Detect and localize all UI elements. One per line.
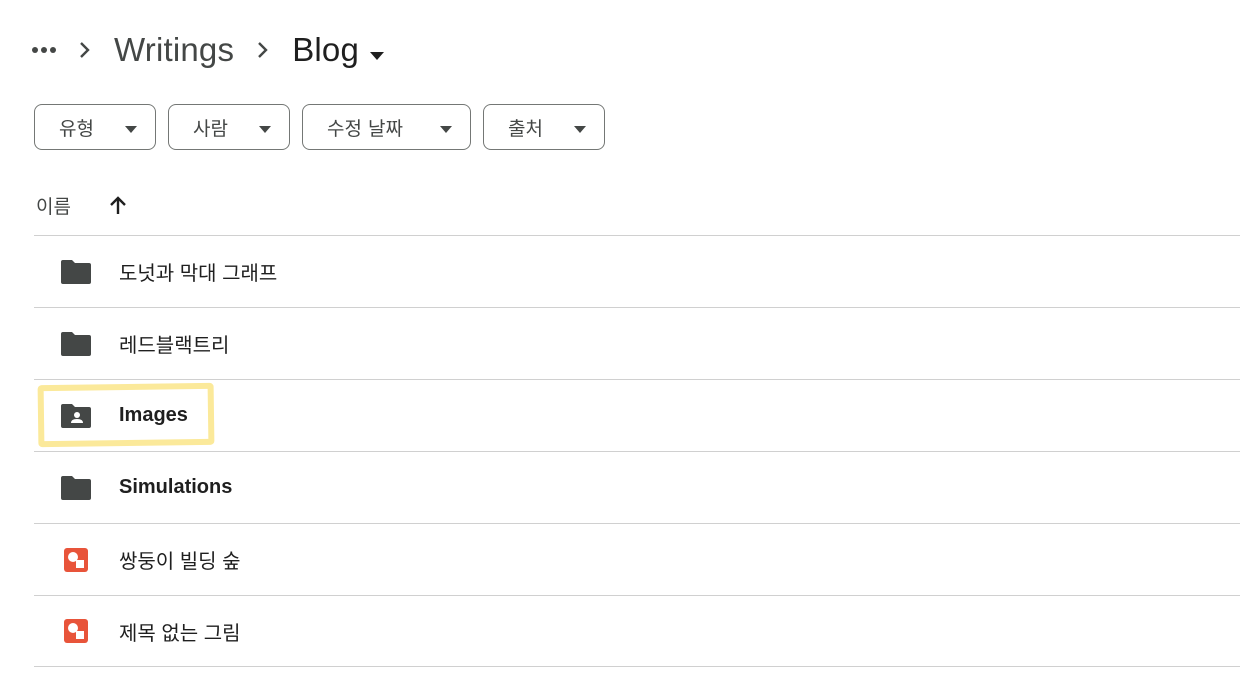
filter-people-chip[interactable]: 사람 bbox=[168, 104, 290, 150]
list-item[interactable]: 쌍둥이 빌딩 숲 bbox=[34, 523, 1240, 595]
filter-bar: 유형 사람 수정 날짜 출처 bbox=[34, 104, 605, 150]
filter-modified-chip[interactable]: 수정 날짜 bbox=[302, 104, 471, 150]
file-name: 도넛과 막대 그래프 bbox=[119, 263, 278, 285]
file-name: 제목 없는 그림 bbox=[119, 622, 241, 645]
filter-label: 출처 bbox=[508, 117, 543, 140]
arrow-drop-down-icon bbox=[574, 116, 586, 138]
breadcrumb-current-label: Blog bbox=[292, 31, 360, 68]
filter-type-chip[interactable]: 유형 bbox=[34, 104, 156, 150]
filter-source-chip[interactable]: 출처 bbox=[483, 104, 605, 150]
shared-folder-icon bbox=[60, 402, 92, 430]
folder-icon bbox=[60, 258, 92, 286]
filter-label: 수정 날짜 bbox=[327, 117, 403, 140]
list-item[interactable]: 도넛과 막대 그래프 bbox=[34, 235, 1240, 307]
arrow-drop-down-icon bbox=[125, 116, 137, 138]
list-item[interactable]: Simulations bbox=[34, 451, 1240, 523]
file-name: 레드블랙트리 bbox=[119, 335, 230, 357]
folder-icon bbox=[60, 330, 92, 358]
arrow-drop-down-icon bbox=[259, 116, 271, 138]
arrow-drop-down-icon bbox=[440, 116, 452, 138]
breadcrumb-item-blog[interactable]: Blog bbox=[288, 31, 389, 69]
list-item[interactable]: 제목 없는 그림 bbox=[34, 595, 1240, 667]
arrow-upward-icon[interactable] bbox=[109, 195, 127, 215]
file-name: Images bbox=[119, 404, 188, 426]
list-item[interactable]: Images bbox=[34, 379, 1240, 451]
drawing-icon bbox=[60, 617, 92, 645]
file-name: Simulations bbox=[119, 476, 233, 498]
filter-label: 유형 bbox=[59, 117, 94, 140]
drawing-icon bbox=[60, 546, 92, 574]
more-horiz-icon[interactable] bbox=[28, 34, 60, 66]
name-column-header[interactable]: 이름 bbox=[36, 192, 71, 219]
breadcrumb-item-writings[interactable]: Writings bbox=[110, 31, 238, 69]
chevron-right-icon bbox=[60, 41, 110, 59]
breadcrumb: Writings Blog bbox=[28, 24, 389, 76]
filter-label: 사람 bbox=[193, 117, 228, 140]
chevron-right-icon bbox=[238, 41, 288, 59]
list-header: 이름 bbox=[36, 186, 127, 224]
folder-icon bbox=[60, 474, 92, 502]
drive-page: Writings Blog 유형 사람 수정 날짜 출처 이름 도넛과 막대 그… bbox=[0, 0, 1240, 693]
arrow-drop-down-icon bbox=[369, 31, 385, 69]
file-name: 쌍둥이 빌딩 숲 bbox=[119, 551, 241, 573]
file-list: 도넛과 막대 그래프 레드블랙트리 Images Simulations 쌍둥이… bbox=[34, 235, 1240, 667]
list-item[interactable]: 레드블랙트리 bbox=[34, 307, 1240, 379]
